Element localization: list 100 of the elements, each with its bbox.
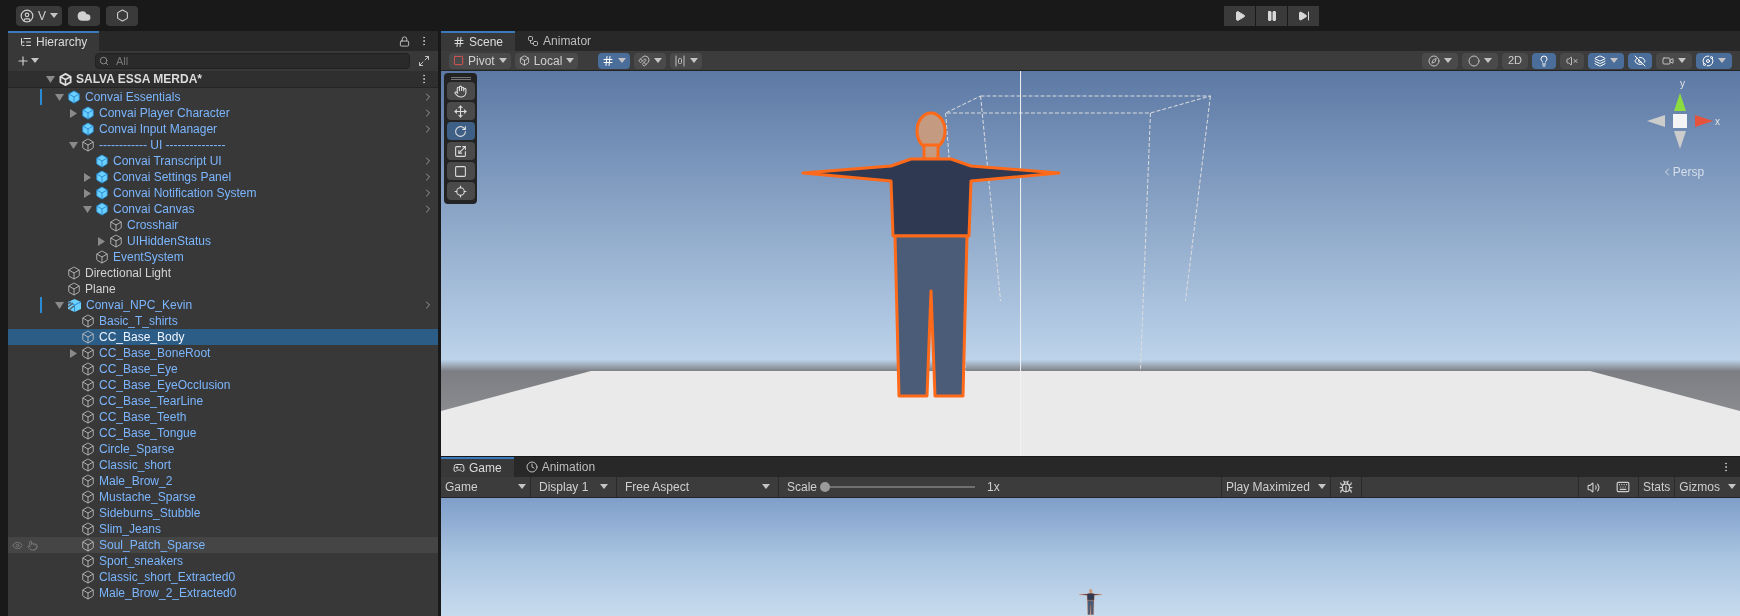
hierarchy-row[interactable]: Convai Settings Panel [8, 169, 438, 185]
cube-icon [81, 442, 95, 456]
expanded-arrow-icon[interactable] [55, 300, 64, 310]
play-control-button[interactable] [1224, 5, 1255, 26]
collapsed-arrow-icon[interactable] [97, 236, 106, 246]
step-forward-icon [1297, 9, 1310, 22]
panel-tab[interactable]: Animator [515, 31, 604, 51]
tool-button[interactable] [446, 162, 475, 180]
tool-button[interactable] [446, 102, 475, 120]
tool-button[interactable] [446, 182, 475, 200]
expand-search-icon[interactable] [418, 55, 430, 67]
expanded-arrow-icon[interactable] [69, 140, 78, 150]
hierarchy-row[interactable]: CC_Base_Body [8, 329, 438, 345]
expanded-arrow-icon[interactable] [46, 74, 55, 84]
view-toggle[interactable] [1532, 52, 1556, 69]
collapsed-arrow-icon[interactable] [83, 172, 92, 182]
caret-icon [566, 57, 575, 64]
view-toggle[interactable] [1421, 52, 1458, 69]
hierarchy-item-name: Male_Brow_2_Extracted0 [99, 585, 237, 602]
hierarchy-row[interactable]: Convai_NPC_Kevin [8, 297, 438, 313]
play-control-button[interactable] [1288, 5, 1319, 26]
panel-tab[interactable]: Game [441, 457, 514, 477]
snap-toggle[interactable] [598, 52, 631, 69]
cube-icon [81, 538, 95, 552]
play-icon [1233, 9, 1246, 22]
hierarchy-row[interactable]: Male_Brow_2_Extracted0 [8, 585, 438, 601]
prefab-cube-icon [95, 186, 109, 200]
tool-button[interactable] [446, 122, 475, 140]
hierarchy-row[interactable]: Basic_T_shirts [8, 313, 438, 329]
space-dropdown[interactable]: Local [514, 52, 579, 69]
play-mode-dropdown[interactable]: Play Maximized [1220, 477, 1331, 497]
view-mode-dropdown[interactable]: Game [441, 477, 531, 497]
hierarchy-row[interactable]: CC_Base_Eye [8, 361, 438, 377]
keyboard-icon[interactable] [1615, 480, 1630, 494]
bug-icon[interactable] [1338, 480, 1353, 494]
hierarchy-row[interactable]: Directional Light [8, 265, 438, 281]
collapsed-arrow-icon[interactable] [69, 108, 78, 118]
hierarchy-row[interactable]: Sport_sneakers [8, 553, 438, 569]
view-toggle[interactable] [1656, 52, 1692, 69]
hierarchy-row[interactable]: Convai Canvas [8, 201, 438, 217]
hierarchy-tab[interactable]: Hierarchy [8, 31, 100, 51]
prefab-cube-icon [95, 154, 109, 168]
aspect-dropdown[interactable]: Free Aspect [617, 477, 779, 497]
hierarchy-row[interactable]: Convai Input Manager [8, 121, 438, 137]
search-field[interactable]: All [95, 53, 410, 69]
collapsed-arrow-icon[interactable] [83, 188, 92, 198]
mode-2d-button[interactable]: 2D [1501, 52, 1528, 69]
settings-button[interactable] [106, 5, 138, 26]
view-toggle[interactable] [1588, 52, 1624, 69]
tool-button[interactable] [446, 82, 475, 100]
hierarchy-row[interactable]: Crosshair [8, 217, 438, 233]
scale-icon [454, 144, 467, 158]
display-dropdown[interactable]: Display 1 [531, 477, 617, 497]
panel-tab[interactable]: Scene [441, 31, 516, 51]
hierarchy-row[interactable]: Sideburns_Stubble [8, 505, 438, 521]
view-toggle[interactable] [1560, 52, 1584, 69]
gizmos-dropdown[interactable]: Gizmos [1675, 477, 1740, 497]
hierarchy-row[interactable]: CC_Base_Tongue [8, 425, 438, 441]
hierarchy-row[interactable]: Classic_short_Extracted0 [8, 569, 438, 585]
snap-toggle[interactable] [634, 52, 667, 69]
hierarchy-row[interactable]: Convai Notification System [8, 185, 438, 201]
lock-icon[interactable] [399, 36, 410, 47]
hierarchy-row[interactable]: Classic_short [8, 457, 438, 473]
hierarchy-row[interactable]: EventSystem [8, 249, 438, 265]
hierarchy-row[interactable]: CC_Base_BoneRoot [8, 345, 438, 361]
view-toggle[interactable] [1696, 52, 1732, 69]
hierarchy-row[interactable]: Convai Essentials [8, 89, 438, 105]
hierarchy-row[interactable]: Slim_Jeans [8, 521, 438, 537]
expanded-arrow-icon[interactable] [83, 204, 92, 214]
snap-toggle[interactable] [670, 52, 703, 69]
create-button[interactable] [16, 54, 39, 68]
audio-icon[interactable] [1586, 480, 1600, 494]
hierarchy-row[interactable]: Convai Transcript UI [8, 153, 438, 169]
scale-slider-thumb[interactable] [820, 482, 831, 492]
hand-icon [454, 84, 467, 98]
hierarchy-row[interactable]: ------------ UI --------------- [8, 137, 438, 153]
panel-tab[interactable]: Animation [513, 457, 608, 477]
account-dropdown[interactable]: V [16, 5, 62, 26]
play-control-button[interactable] [1256, 5, 1287, 26]
cloud-button[interactable] [68, 5, 100, 26]
hierarchy-row[interactable]: UIHiddenStatus [8, 233, 438, 249]
cube-icon [518, 55, 530, 66]
hierarchy-row[interactable]: CC_Base_TearLine [8, 393, 438, 409]
hierarchy-row[interactable]: Male_Brow_2 [8, 473, 438, 489]
hierarchy-row[interactable]: Mustache_Sparse [8, 489, 438, 505]
hierarchy-row[interactable]: Plane [8, 281, 438, 297]
pivot-dropdown[interactable]: Pivot [449, 52, 511, 69]
stats-button[interactable]: Stats [1637, 477, 1676, 497]
hierarchy-row[interactable]: Circle_Sparse [8, 441, 438, 457]
hierarchy-row[interactable]: CC_Base_Teeth [8, 409, 438, 425]
tool-button[interactable] [446, 142, 475, 160]
collapsed-arrow-icon[interactable] [69, 348, 78, 358]
scene-header[interactable]: SALVA ESSA MERDA* [8, 71, 438, 88]
view-toggle[interactable] [1628, 52, 1652, 69]
hierarchy-row[interactable]: CC_Base_EyeOcclusion [8, 377, 438, 393]
hierarchy-row[interactable]: Convai Player Character [8, 105, 438, 121]
layers-icon [1594, 54, 1606, 67]
view-toggle[interactable] [1461, 52, 1498, 69]
user-icon [20, 8, 34, 23]
expanded-arrow-icon[interactable] [55, 92, 64, 102]
